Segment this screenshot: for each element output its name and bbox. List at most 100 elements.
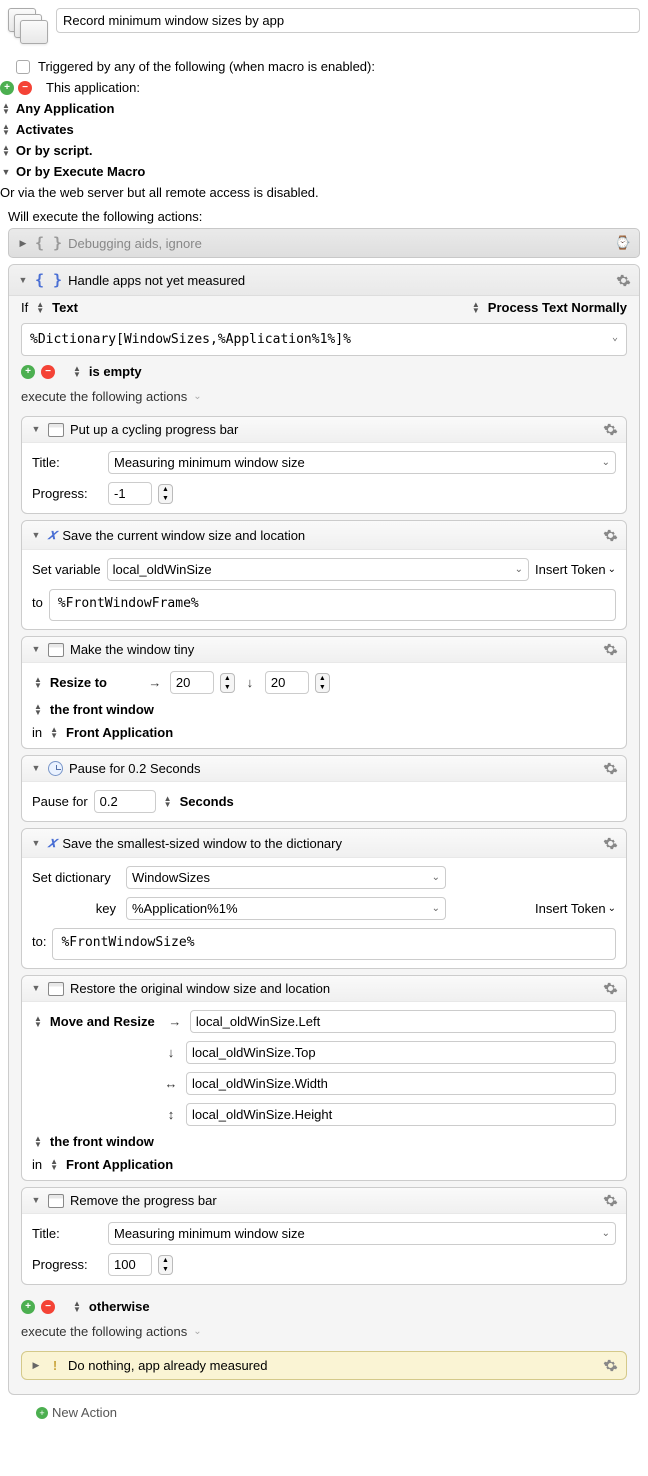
- updown-icon[interactable]: [34, 302, 46, 313]
- height-input[interactable]: [265, 671, 309, 694]
- updown-icon[interactable]: [0, 103, 12, 114]
- activates-label[interactable]: Activates: [16, 122, 74, 137]
- gear-icon[interactable]: [603, 1193, 618, 1208]
- action-title: Restore the original window size and loc…: [70, 981, 330, 996]
- updown-icon[interactable]: [470, 302, 482, 313]
- is-empty-label[interactable]: is empty: [89, 364, 142, 379]
- arrow-updown-icon: ↕: [162, 1107, 180, 1122]
- disclosure-icon[interactable]: [30, 763, 42, 774]
- progress-input[interactable]: [108, 482, 152, 505]
- insert-token-link[interactable]: Insert Token ⌄: [535, 901, 616, 916]
- disclosure-icon[interactable]: [30, 983, 42, 994]
- height-input[interactable]: [186, 1103, 616, 1126]
- gear-icon[interactable]: [603, 642, 618, 657]
- insert-token-link[interactable]: Insert Token ⌄: [535, 562, 616, 577]
- action-title: Pause for 0.2 Seconds: [69, 761, 201, 776]
- updown-icon[interactable]: [71, 1301, 83, 1312]
- add-action-icon[interactable]: +: [36, 1407, 48, 1419]
- gear-icon[interactable]: [603, 761, 618, 776]
- resize-to-label[interactable]: Resize to: [50, 675, 140, 690]
- front-window-label[interactable]: the front window: [50, 702, 154, 717]
- set-variable-label: Set variable: [32, 562, 101, 577]
- timing-icon[interactable]: ⌚: [615, 235, 631, 251]
- left-input[interactable]: [190, 1010, 616, 1033]
- variable-icon: 𝑥: [48, 526, 56, 544]
- action-do-nothing[interactable]: ! Do nothing, app already measured: [21, 1351, 627, 1380]
- process-text-label[interactable]: Process Text Normally: [488, 300, 627, 315]
- disclosure-icon[interactable]: [30, 1195, 42, 1206]
- updown-icon[interactable]: [32, 1016, 44, 1027]
- group-debugging[interactable]: { } Debugging aids, ignore ⌚: [8, 228, 640, 258]
- disclosure-icon[interactable]: [17, 238, 29, 249]
- remove-condition-button[interactable]: −: [41, 365, 55, 379]
- gear-icon[interactable]: [603, 1358, 618, 1373]
- variable-icon: 𝑥: [48, 834, 56, 852]
- remove-condition-button[interactable]: −: [41, 1300, 55, 1314]
- front-application-label[interactable]: Front Application: [66, 725, 173, 740]
- stepper[interactable]: ▲▼: [220, 673, 235, 693]
- chevron-down-icon[interactable]: ⌄: [193, 391, 201, 402]
- disclosure-icon[interactable]: [17, 275, 29, 286]
- width-input[interactable]: [170, 671, 214, 694]
- to-label: to: [32, 589, 43, 610]
- stepper[interactable]: ▲▼: [158, 484, 173, 504]
- key-input[interactable]: [126, 897, 446, 920]
- variable-name-input[interactable]: [107, 558, 529, 581]
- new-action-link[interactable]: New Action: [52, 1405, 117, 1420]
- action-pause: Pause for 0.2 Seconds Pause for Seconds: [21, 755, 627, 822]
- updown-icon[interactable]: [32, 704, 44, 715]
- disclosure-icon[interactable]: ▼: [0, 167, 12, 177]
- updown-icon[interactable]: [48, 1159, 60, 1170]
- execute-following-label: execute the following actions: [21, 389, 187, 404]
- stepper[interactable]: ▲▼: [158, 1255, 173, 1275]
- gear-icon[interactable]: [603, 836, 618, 851]
- progress-input[interactable]: [108, 1253, 152, 1276]
- front-window-label[interactable]: the front window: [50, 1134, 154, 1149]
- disclosure-icon[interactable]: [30, 644, 42, 655]
- dictionary-name-input[interactable]: [126, 866, 446, 889]
- any-application-label[interactable]: Any Application: [16, 101, 114, 116]
- pause-value-input[interactable]: [94, 790, 156, 813]
- condition-text-field[interactable]: %Dictionary[WindowSizes,%Application%1%]…: [21, 323, 627, 356]
- updown-icon[interactable]: [32, 677, 44, 688]
- text-label[interactable]: Text: [52, 300, 78, 315]
- updown-icon[interactable]: [162, 796, 174, 807]
- trigger-enabled-checkbox[interactable]: [16, 60, 30, 74]
- or-by-execute-macro-label[interactable]: Or by Execute Macro: [16, 164, 145, 179]
- updown-icon[interactable]: [71, 366, 83, 377]
- or-by-script-label[interactable]: Or by script.: [16, 143, 93, 158]
- add-trigger-button[interactable]: +: [0, 81, 14, 95]
- updown-icon[interactable]: [0, 145, 12, 156]
- gear-icon[interactable]: [603, 422, 618, 437]
- gear-icon[interactable]: [603, 528, 618, 543]
- disclosure-icon[interactable]: [30, 1360, 42, 1371]
- front-application-label[interactable]: Front Application: [66, 1157, 173, 1172]
- chevron-down-icon[interactable]: ⌄: [612, 332, 618, 343]
- execute-following-label: execute the following actions: [21, 1324, 187, 1339]
- seconds-label[interactable]: Seconds: [180, 794, 234, 809]
- group-title: Handle apps not yet measured: [68, 273, 245, 288]
- action-progress-end: Remove the progress bar Title: ⌄ Progres…: [21, 1187, 627, 1285]
- disclosure-icon[interactable]: [30, 838, 42, 849]
- gear-icon[interactable]: [616, 273, 631, 288]
- value-field[interactable]: %FrontWindowSize%: [52, 928, 616, 960]
- width-input[interactable]: [186, 1072, 616, 1095]
- chevron-down-icon[interactable]: ⌄: [193, 1326, 201, 1337]
- title-input[interactable]: [108, 1222, 616, 1245]
- title-input[interactable]: [108, 451, 616, 474]
- disclosure-icon[interactable]: [30, 530, 42, 541]
- disclosure-icon[interactable]: [30, 424, 42, 435]
- macro-title-input[interactable]: [56, 8, 640, 33]
- updown-icon[interactable]: [48, 727, 60, 738]
- otherwise-label[interactable]: otherwise: [89, 1299, 150, 1314]
- add-condition-button[interactable]: +: [21, 365, 35, 379]
- top-input[interactable]: [186, 1041, 616, 1064]
- updown-icon[interactable]: [32, 1136, 44, 1147]
- remove-trigger-button[interactable]: −: [18, 81, 32, 95]
- gear-icon[interactable]: [603, 981, 618, 996]
- move-and-resize-label[interactable]: Move and Resize: [50, 1014, 160, 1029]
- updown-icon[interactable]: [0, 124, 12, 135]
- add-condition-button[interactable]: +: [21, 1300, 35, 1314]
- value-field[interactable]: %FrontWindowFrame%: [49, 589, 616, 621]
- stepper[interactable]: ▲▼: [315, 673, 330, 693]
